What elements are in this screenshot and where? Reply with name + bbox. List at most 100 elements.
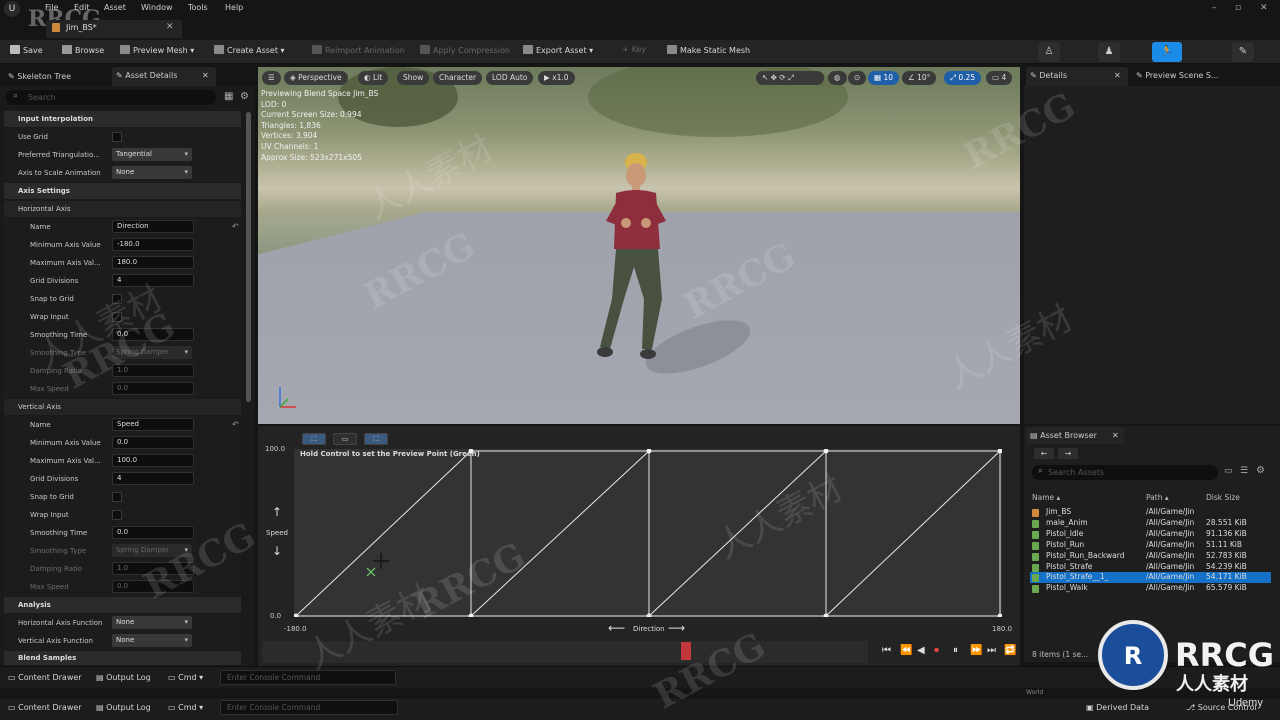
v-grid-field[interactable]: 4 xyxy=(112,472,194,485)
h-axis-function-dropdown[interactable]: None xyxy=(112,616,192,629)
v-axis-function-dropdown[interactable]: None xyxy=(112,634,192,647)
content-drawer-button[interactable]: ▭ Content Drawer xyxy=(8,673,82,682)
zoom-extents-icon[interactable]: ⛶ xyxy=(364,433,388,445)
column-size-header[interactable]: Disk Size xyxy=(1206,493,1240,502)
skip-to-start-icon[interactable]: ⏮ xyxy=(882,645,891,656)
axis-to-scale-dropdown[interactable]: None xyxy=(112,166,192,179)
h-wrap-checkbox[interactable] xyxy=(112,312,122,322)
h-max-speed-field[interactable]: 0.0 xyxy=(112,382,194,395)
timeline-track[interactable] xyxy=(262,641,868,663)
v-wrap-checkbox[interactable] xyxy=(112,510,122,520)
console-input[interactable]: Enter Console Command xyxy=(220,670,396,685)
preferred-triangulation-dropdown[interactable]: Tangential xyxy=(112,148,192,161)
maximize-icon[interactable]: ▫ xyxy=(1235,3,1241,13)
reset-arrow-icon[interactable]: ↶ xyxy=(232,222,239,231)
save-button[interactable]: Save xyxy=(10,45,43,59)
animation-mode-icon[interactable]: 🏃 xyxy=(1152,42,1182,62)
asset-row[interactable]: Pistol_Idle/All/Game/Jin 91.136 KiB xyxy=(1030,529,1271,540)
v-damping-field[interactable]: 1.0 xyxy=(112,562,194,575)
grid-snap-button[interactable]: ▦ 10 xyxy=(868,71,900,85)
world-local-icon[interactable]: ◍ xyxy=(828,71,847,85)
menu-edit[interactable]: Edit xyxy=(74,3,90,12)
playback-speed-button[interactable]: ▶ x1.0 xyxy=(538,71,575,85)
console-input[interactable]: Enter Console Command xyxy=(220,700,398,715)
output-log-button[interactable]: ▤ Output Log xyxy=(96,703,151,712)
use-grid-checkbox[interactable] xyxy=(112,132,122,142)
left-panel-scrollbar[interactable] xyxy=(246,112,251,402)
v-smoothing-type-dropdown[interactable]: Spring Damper xyxy=(112,544,192,557)
physics-mode-icon[interactable]: ✎ xyxy=(1232,42,1254,62)
tab-asset-details[interactable]: ✎ Asset Details ✕ xyxy=(112,67,216,86)
back-arrow-icon[interactable]: ← xyxy=(1034,448,1054,459)
subsection-horizontal-axis[interactable]: Horizontal Axis xyxy=(4,201,241,217)
show-triangulation-icon[interactable]: ▭ xyxy=(333,433,357,445)
document-tab[interactable]: Jim_BS* ✕ xyxy=(46,20,182,38)
character-button[interactable]: Character xyxy=(433,71,483,85)
settings-gear-icon[interactable]: ⚙ xyxy=(1256,465,1265,476)
menu-tools[interactable]: Tools xyxy=(188,3,208,12)
transform-tools[interactable]: ↖ ✥ ⟳ ⤢ xyxy=(756,71,824,85)
fit-view-icon[interactable]: ⛶ xyxy=(302,433,326,445)
asset-row[interactable]: Pistol_Strafe/All/Game/Jin 54.239 KiB xyxy=(1030,562,1271,573)
asset-row[interactable]: Jim_BS/All/Game/Jin xyxy=(1030,507,1271,518)
viewport-menu-button[interactable]: ☰ xyxy=(262,71,281,85)
browse-button[interactable]: Browse xyxy=(62,45,104,59)
v-name-field[interactable]: Speed xyxy=(112,418,194,431)
column-path-header[interactable]: Path ▴ xyxy=(1146,493,1169,502)
section-analysis[interactable]: Analysis xyxy=(4,597,241,613)
h-grid-field[interactable]: 4 xyxy=(112,274,194,287)
column-name-header[interactable]: Name ▴ xyxy=(1032,493,1060,502)
rotation-snap-button[interactable]: ∠ 10° xyxy=(902,71,937,85)
h-name-field[interactable]: Direction xyxy=(112,220,194,233)
close-tab-icon[interactable]: ✕ xyxy=(1114,67,1121,85)
h-smoothing-type-dropdown[interactable]: Spring Damper xyxy=(112,346,192,359)
skeleton-mode-icon[interactable]: ♙ xyxy=(1038,42,1060,62)
surface-snap-icon[interactable]: ⊙ xyxy=(848,71,867,85)
derived-data-button[interactable]: ▣ Derived Data xyxy=(1086,703,1149,712)
unreal-logo-icon[interactable]: U xyxy=(4,1,20,17)
v-max-field[interactable]: 100.0 xyxy=(112,454,194,467)
reset-arrow-icon[interactable]: ↶ xyxy=(232,420,239,429)
lod-button[interactable]: LOD Auto xyxy=(486,71,534,85)
apply-compression-button[interactable]: Apply Compression xyxy=(420,45,510,59)
export-asset-button[interactable]: Export Asset ▾ xyxy=(523,45,593,59)
close-tab-icon[interactable]: ✕ xyxy=(166,22,174,32)
content-drawer-button[interactable]: ▭ Content Drawer xyxy=(8,703,82,712)
tab-skeleton-tree[interactable]: ✎ Skeleton Tree xyxy=(4,68,104,86)
scale-snap-button[interactable]: ⤢ 0.25 xyxy=(944,71,982,85)
asset-row[interactable]: male_Anim/All/Game/Jin 28.551 KiB xyxy=(1030,518,1271,529)
viewport[interactable]: ☰ ◈ Perspective ◐ Lit Show Character LOD… xyxy=(258,67,1020,424)
asset-row[interactable]: Pistol_Run/All/Game/Jin 51.11 KiB xyxy=(1030,540,1271,551)
settings-gear-icon[interactable]: ⚙ xyxy=(240,91,249,102)
asset-search-input[interactable]: ⌕ Search Assets xyxy=(1032,465,1218,480)
filter-icon[interactable]: ☰ xyxy=(1240,466,1248,476)
cmd-dropdown[interactable]: ▭ Cmd ▾ xyxy=(168,703,203,712)
skip-to-end-icon[interactable]: ⏭ xyxy=(987,645,996,656)
step-forward-icon[interactable]: ⏩ xyxy=(970,645,982,656)
v-min-field[interactable]: 0.0 xyxy=(112,436,194,449)
reimport-animation-button[interactable]: Reimport Animation xyxy=(312,45,405,59)
preview-mesh-button[interactable]: Preview Mesh ▾ xyxy=(120,45,194,59)
h-max-field[interactable]: 180.0 xyxy=(112,256,194,269)
section-input-interpolation[interactable]: Input Interpolation xyxy=(4,111,241,127)
timeline-playhead[interactable] xyxy=(681,642,691,660)
menu-window[interactable]: Window xyxy=(141,3,173,12)
asset-row[interactable]: Pistol_Run_Backward/All/Game/Jin 52.783 K… xyxy=(1030,551,1271,562)
close-tab-icon[interactable]: ✕ xyxy=(202,67,209,85)
step-back-icon[interactable]: ⏪ xyxy=(900,645,912,656)
lit-button[interactable]: ◐ Lit xyxy=(358,71,389,85)
v-max-speed-field[interactable]: 0.0 xyxy=(112,580,194,593)
pause-icon[interactable]: ⏸ xyxy=(953,645,958,656)
tab-preview-scene[interactable]: ✎ Preview Scene S... xyxy=(1132,67,1252,86)
left-search-input[interactable]: ⌕ Search xyxy=(6,90,216,105)
show-button[interactable]: Show xyxy=(397,71,430,85)
v-smoothing-time-field[interactable]: 0.0 xyxy=(112,526,194,539)
close-tab-icon[interactable]: ✕ xyxy=(1112,427,1119,445)
mesh-mode-icon[interactable]: ♟ xyxy=(1098,42,1120,62)
h-damping-field[interactable]: 1.0 xyxy=(112,364,194,377)
asset-row-selected[interactable]: Pistol_Strafe__1_ /All/Game/Jin 54.171 KiB xyxy=(1030,572,1271,583)
grid-view-icon[interactable]: ▦ xyxy=(224,91,233,102)
minimize-icon[interactable]: – xyxy=(1212,3,1217,13)
section-axis-settings[interactable]: Axis Settings xyxy=(4,183,241,199)
create-asset-button[interactable]: Create Asset ▾ xyxy=(214,45,285,59)
